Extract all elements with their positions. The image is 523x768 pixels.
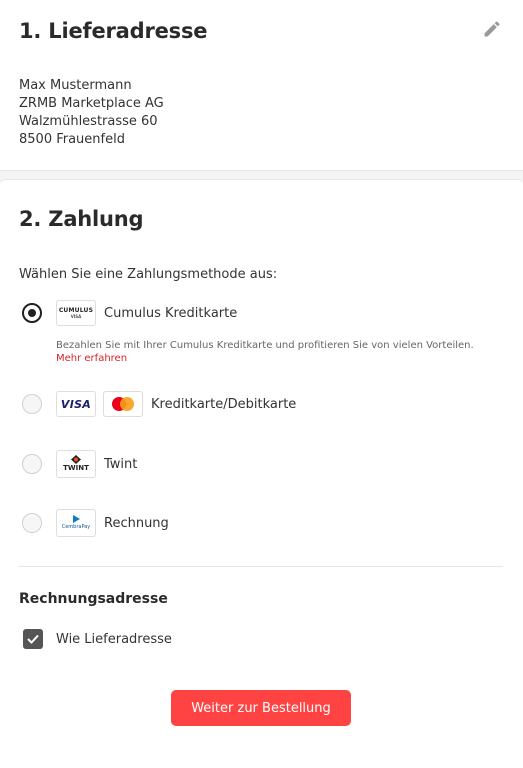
cumulus-logo-text: CUMULUS bbox=[58, 306, 94, 314]
radio-twint[interactable] bbox=[22, 454, 42, 474]
radio-creditcard[interactable] bbox=[22, 394, 42, 414]
cumulus-description: Bezahlen Sie mit Ihrer Cumulus Kreditkar… bbox=[56, 339, 506, 365]
same-as-delivery-label: Wie Lieferadresse bbox=[56, 631, 172, 647]
more-info-link[interactable]: Mehr erfahren bbox=[56, 352, 506, 365]
address-street: Walzmühlestrasse 60 bbox=[19, 114, 158, 129]
twint-symbol-icon bbox=[71, 455, 81, 464]
cembrapay-logo-text: CembraPay bbox=[61, 524, 91, 530]
cumulus-label: Cumulus Kreditkarte bbox=[104, 305, 238, 321]
visa-logo: VISA bbox=[56, 391, 96, 417]
cembrapay-logo: CembraPay bbox=[56, 509, 96, 537]
payment-card: 2. Zahlung Wählen Sie eine Zahlungsmetho… bbox=[0, 179, 523, 768]
payment-option-creditcard[interactable]: VISA Kreditkarte/Debitkarte bbox=[22, 391, 297, 417]
address-name: Max Mustermann bbox=[19, 78, 132, 93]
cumulus-description-text: Bezahlen Sie mit Ihrer Cumulus Kreditkar… bbox=[56, 340, 474, 351]
divider bbox=[19, 566, 503, 567]
radio-cumulus[interactable] bbox=[22, 303, 42, 323]
invoice-label: Rechnung bbox=[104, 515, 169, 531]
twint-label: Twint bbox=[104, 456, 138, 472]
cumulus-logo: CUMULUS VISA bbox=[56, 300, 96, 326]
radio-invoice[interactable] bbox=[22, 513, 42, 533]
twint-logo-text: TWINT bbox=[63, 464, 89, 472]
visa-logo-text: VISA bbox=[60, 397, 92, 411]
mastercard-logo bbox=[103, 391, 143, 417]
payment-title: 2. Zahlung bbox=[19, 207, 144, 231]
delivery-address: Max Mustermann ZRMB Marketplace AG Walzm… bbox=[19, 77, 164, 149]
cembrapay-play-icon bbox=[73, 515, 80, 523]
creditcard-label: Kreditkarte/Debitkarte bbox=[151, 396, 297, 412]
payment-prompt: Wählen Sie eine Zahlungsmethode aus: bbox=[19, 267, 278, 282]
payment-option-invoice[interactable]: CembraPay Rechnung bbox=[22, 509, 169, 537]
cumulus-logo-subtext: VISA bbox=[70, 313, 82, 319]
address-company: ZRMB Marketplace AG bbox=[19, 96, 164, 111]
delivery-address-card: 1. Lieferadresse Max Mustermann ZRMB Mar… bbox=[0, 0, 523, 171]
continue-to-order-button[interactable]: Weiter zur Bestellung bbox=[171, 690, 351, 726]
twint-logo: TWINT bbox=[56, 450, 96, 478]
billing-title: Rechnungsadresse bbox=[19, 591, 168, 607]
payment-option-cumulus[interactable]: CUMULUS VISA Cumulus Kreditkarte bbox=[22, 300, 238, 326]
checkmark-icon bbox=[27, 634, 39, 644]
same-as-delivery-row[interactable]: Wie Lieferadresse bbox=[23, 629, 172, 649]
delivery-title: 1. Lieferadresse bbox=[19, 19, 208, 43]
payment-option-twint[interactable]: TWINT Twint bbox=[22, 450, 138, 478]
same-as-delivery-checkbox[interactable] bbox=[23, 629, 43, 649]
address-city: 8500 Frauenfeld bbox=[19, 132, 125, 147]
pencil-icon[interactable] bbox=[482, 19, 502, 39]
